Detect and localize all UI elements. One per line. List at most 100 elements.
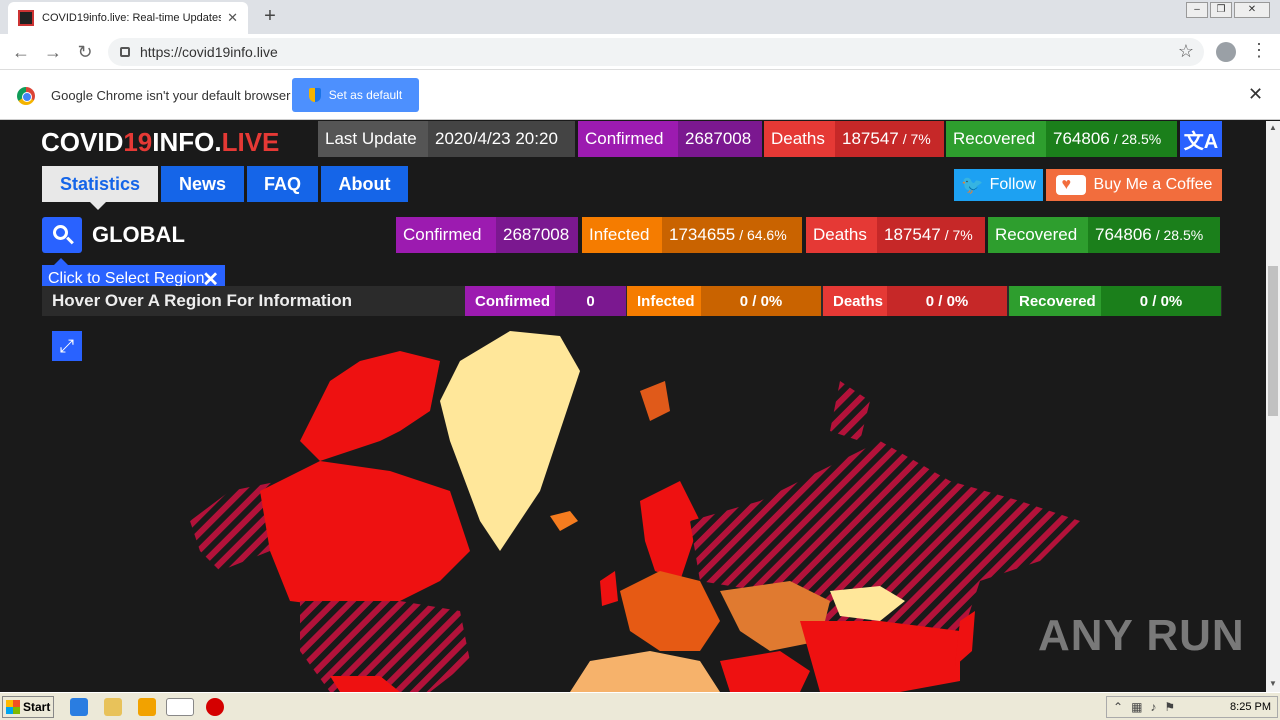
map-region-china[interactable] (800, 621, 960, 692)
close-window-button[interactable]: ✕ (1234, 2, 1270, 18)
global-infected-value: 1734655 (669, 225, 736, 244)
browser-tab[interactable]: COVID19info.live: Real-time Updates ✕ (8, 2, 248, 34)
site-logo[interactable]: COVID19INFO.LIVE (41, 127, 279, 158)
fullscreen-expand-icon[interactable]: ⤢ (52, 331, 82, 361)
default-browser-infobar: Google Chrome isn't your default browser… (0, 70, 1280, 120)
global-confirmed-stat: Confirmed 2687008 (396, 217, 578, 253)
opera-icon[interactable] (206, 698, 224, 716)
twitter-follow-label: Follow (989, 176, 1036, 193)
global-deaths-label: Deaths (806, 217, 877, 253)
tab-faq[interactable]: FAQ (247, 166, 318, 202)
bookmark-star-icon[interactable]: ☆ (1178, 41, 1194, 62)
header-deaths-label: Deaths (764, 121, 835, 157)
last-update-value: 2020/4/23 20:20 (428, 121, 575, 157)
scrollbar-thumb[interactable] (1268, 266, 1278, 416)
map-region-europe[interactable] (620, 571, 720, 651)
header-confirmed-stat: Confirmed 2687008 (578, 121, 762, 157)
global-infected-stat: Infected 1734655/ 64.6% (582, 217, 802, 253)
hover-infected-label: Infected (627, 286, 701, 316)
back-arrow-icon[interactable]: ← (10, 41, 32, 63)
shield-icon (308, 88, 321, 102)
hover-deaths-label: Deaths (823, 286, 887, 316)
global-infected-label: Infected (582, 217, 662, 253)
anyrun-watermark: ANY RUN (1038, 611, 1245, 660)
tab-statistics[interactable]: Statistics (42, 166, 158, 210)
start-button[interactable]: Start (2, 696, 54, 718)
system-tray: ⌃ ▦ ♪ ⚑ 8:25 PM (1106, 696, 1278, 718)
set-default-button[interactable]: Set as default (292, 78, 419, 112)
map-region-russia-north[interactable] (830, 381, 870, 441)
map-region-middle-east[interactable] (720, 651, 810, 692)
page-scrollbar[interactable]: ▲ ▼ (1266, 121, 1280, 692)
tab-about[interactable]: About (321, 166, 408, 202)
buy-me-coffee-label: Buy Me a Coffee (1093, 176, 1213, 193)
twitter-bird-icon: 🐦 (961, 174, 984, 195)
last-update-stat: Last Update 2020/4/23 20:20 (318, 121, 575, 157)
infobar-text: Google Chrome isn't your default browser (51, 88, 291, 103)
map-region-arctic-islands[interactable] (300, 351, 440, 461)
last-update-label: Last Update (318, 121, 428, 157)
hover-confirmed-value: 0 (555, 286, 626, 316)
header-deaths-pct: / 7% (902, 131, 931, 147)
hover-recovered-stat: Recovered 0 / 0% (1009, 286, 1221, 316)
header-deaths-value: 187547 (842, 129, 899, 148)
forward-arrow-icon[interactable]: → (42, 41, 64, 63)
browser-toolbar: ← → ↻ https://covid19info.live ☆ ⋮ (0, 34, 1280, 70)
chrome-logo-icon (17, 87, 35, 105)
flag-icon[interactable]: ⚑ (1164, 700, 1175, 714)
hover-deaths-stat: Deaths 0 / 0% (823, 286, 1007, 316)
hover-recovered-label: Recovered (1009, 286, 1101, 316)
volume-icon[interactable]: ♪ (1150, 700, 1156, 714)
internet-explorer-icon[interactable] (70, 698, 88, 716)
infobar-close-icon[interactable]: ✕ (1248, 84, 1263, 105)
scroll-up-arrow-icon[interactable]: ▲ (1269, 123, 1277, 132)
page-content: COVID19INFO.LIVE Last Update 2020/4/23 2… (0, 121, 1266, 692)
map-region-usa[interactable] (300, 601, 470, 692)
network-icon[interactable]: ▦ (1131, 700, 1142, 714)
profile-avatar-icon[interactable] (1216, 42, 1236, 62)
logo-live: LIVE (221, 127, 280, 157)
header-recovered-value: 764806 (1053, 129, 1110, 148)
hover-info-bar: Hover Over A Region For Information Conf… (42, 286, 1222, 316)
map-region-iceland[interactable] (550, 511, 578, 531)
menu-kebab-icon[interactable]: ⋮ (1250, 40, 1268, 61)
logo-19: 19 (123, 127, 153, 157)
hover-confirmed-label: Confirmed (465, 286, 555, 316)
lock-icon (120, 47, 130, 57)
translate-icon[interactable]: 文A (1180, 121, 1222, 157)
region-search-button[interactable] (42, 217, 82, 253)
header-deaths-stat: Deaths 187547/ 7% (764, 121, 944, 157)
ko-fi-cup-icon (1055, 175, 1086, 195)
buy-me-coffee-button[interactable]: Buy Me a Coffee (1046, 169, 1222, 201)
map-region-uk[interactable] (600, 571, 618, 606)
global-recovered-label: Recovered (988, 217, 1088, 253)
site-favicon-icon (18, 10, 34, 26)
global-deaths-value: 187547 (884, 225, 941, 244)
tab-close-icon[interactable]: ✕ (227, 10, 238, 26)
reload-icon[interactable]: ↻ (74, 41, 96, 63)
map-region-canada[interactable] (260, 461, 470, 606)
media-player-icon[interactable] (138, 698, 156, 716)
map-region-north-africa[interactable] (570, 651, 720, 692)
new-tab-button[interactable]: + (258, 4, 282, 28)
hover-infected-value: 0 / 0% (701, 286, 821, 316)
global-recovered-pct: / 28.5% (1155, 227, 1204, 243)
file-explorer-icon[interactable] (104, 698, 122, 716)
url-text: https://covid19info.live (140, 44, 278, 60)
tooltip-text: Click to Select Region (48, 269, 205, 287)
tray-expand-icon[interactable]: ⌃ (1113, 700, 1123, 714)
map-region-svalbard[interactable] (640, 381, 670, 421)
tab-title: COVID19info.live: Real-time Updates (42, 12, 222, 24)
hover-confirmed-stat: Confirmed 0 (465, 286, 626, 316)
windows-taskbar: Start ⌃ ▦ ♪ ⚑ 8:25 PM (0, 692, 1280, 720)
region-name: GLOBAL (92, 222, 185, 247)
chrome-taskbar-icon[interactable] (166, 698, 194, 716)
restore-button[interactable]: ❐ (1210, 2, 1232, 18)
minimize-button[interactable]: – (1186, 2, 1208, 18)
tab-news[interactable]: News (161, 166, 244, 202)
twitter-follow-button[interactable]: 🐦 Follow (954, 169, 1043, 201)
address-bar[interactable]: https://covid19info.live ☆ (108, 38, 1204, 66)
hover-deaths-value: 0 / 0% (887, 286, 1007, 316)
map-region-scandinavia[interactable] (640, 481, 700, 581)
scroll-down-arrow-icon[interactable]: ▼ (1269, 679, 1277, 688)
